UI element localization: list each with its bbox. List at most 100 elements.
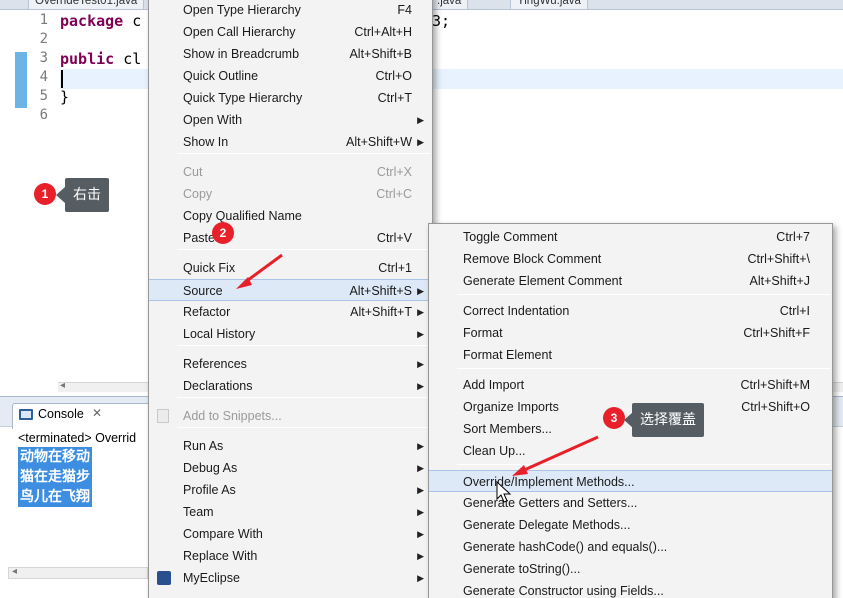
menu-item-shortcut: Alt+Shift+J	[749, 274, 810, 288]
myeclipse-icon	[157, 571, 171, 585]
console-horizontal-scrollbar[interactable]: ◂	[8, 566, 148, 579]
console-output-line[interactable]: 鸟儿在飞翔	[18, 487, 92, 507]
source-item-format[interactable]: Format Ctrl+Shift+F	[429, 322, 832, 344]
menu-item-myeclipse[interactable]: MyEclipse ▶	[149, 567, 432, 589]
menu-item-label: Cut	[183, 165, 203, 179]
menu-item-label: Add Import	[463, 378, 525, 392]
menu-item-shortcut: Ctrl+V	[376, 231, 412, 245]
menu-item-references[interactable]: References ▶	[149, 353, 432, 375]
menu-item-open-with[interactable]: Open With ▶	[149, 109, 432, 131]
source-item-add-import[interactable]: Add Import Ctrl+Shift+M	[429, 374, 832, 396]
console-tab[interactable]: Console ✕	[12, 403, 152, 429]
menu-item-profile-as[interactable]: Profile As ▶	[149, 479, 432, 501]
editor-tab[interactable]: .java	[430, 0, 469, 9]
menu-item-label: Format Element	[463, 348, 552, 362]
menu-item-label: Open Type Hierarchy	[183, 3, 301, 17]
menu-item-label: Generate Delegate Methods...	[463, 518, 631, 532]
menu-item-declarations[interactable]: Declarations ▶	[149, 375, 432, 397]
menu-item-label: Override/Implement Methods...	[463, 475, 635, 489]
menu-item-label: Copy Qualified Name	[183, 209, 302, 223]
menu-item-label: Organize Imports	[463, 400, 559, 414]
submenu-arrow-icon: ▶	[417, 329, 424, 339]
submenu-arrow-icon: ▶	[417, 115, 424, 125]
submenu-arrow-icon: ▶	[417, 441, 424, 451]
source-item-correct-indentation[interactable]: Correct Indentation Ctrl+I	[429, 300, 832, 322]
menu-item-paste[interactable]: Paste Ctrl+V	[149, 227, 432, 249]
submenu-arrow-icon: ▶	[417, 137, 424, 147]
menu-item-show-in[interactable]: Show In Alt+Shift+W ▶	[149, 131, 432, 153]
menu-item-source[interactable]: Source Alt+Shift+S ▶	[149, 279, 432, 301]
source-item-toggle-comment[interactable]: Toggle Comment Ctrl+7	[429, 226, 832, 248]
menu-item-shortcut: Ctrl+Alt+H	[354, 25, 412, 39]
menu-item-run-as[interactable]: Run As ▶	[149, 435, 432, 457]
menu-item-compare-with[interactable]: Compare With ▶	[149, 523, 432, 545]
menu-item-label: Quick Type Hierarchy	[183, 91, 303, 105]
menu-item-cut: Cut Ctrl+X	[149, 161, 432, 183]
menu-item-shortcut: Ctrl+X	[376, 165, 412, 179]
source-item-generate-element-comment[interactable]: Generate Element Comment Alt+Shift+J	[429, 270, 832, 292]
source-item-override-implement-methods[interactable]: Override/Implement Methods...	[429, 470, 832, 492]
menu-item-local-history[interactable]: Local History ▶	[149, 323, 432, 345]
menu-item-label: Clean Up...	[463, 444, 526, 458]
step-3-callout: 选择覆盖	[632, 403, 704, 437]
scroll-left-icon[interactable]: ◂	[60, 380, 65, 391]
menu-item-label: Quick Fix	[183, 261, 236, 275]
source-item-format-element[interactable]: Format Element	[429, 344, 832, 366]
menu-item-quick-type-hierarchy[interactable]: Quick Type Hierarchy Ctrl+T	[149, 87, 432, 109]
menu-item-label: Run As	[183, 439, 224, 453]
console-output-line[interactable]: 猫在走猫步	[18, 467, 92, 487]
menu-item-label: Sort Members...	[463, 422, 552, 436]
menu-item-shortcut: Ctrl+Shift+\	[747, 252, 810, 266]
menu-item-replace-with[interactable]: Replace With ▶	[149, 545, 432, 567]
source-item-generate-tostring[interactable]: Generate toString()...	[429, 558, 832, 580]
change-marker	[15, 52, 27, 108]
line-number: 3	[39, 50, 48, 66]
source-item-generate-constructor-using-fields[interactable]: Generate Constructor using Fields...	[429, 580, 832, 598]
editor-tab[interactable]: YingWu.java	[510, 0, 588, 9]
submenu-arrow-icon: ▶	[417, 286, 424, 296]
code-line: public cl	[60, 50, 142, 68]
menu-item-shortcut: Ctrl+I	[779, 304, 810, 318]
menu-item-quick-fix[interactable]: Quick Fix Ctrl+1	[149, 257, 432, 279]
close-icon[interactable]: ✕	[92, 406, 102, 420]
menu-item-team[interactable]: Team ▶	[149, 501, 432, 523]
menu-item-label: Copy	[183, 187, 213, 201]
menu-item-quick-outline[interactable]: Quick Outline Ctrl+O	[149, 65, 432, 87]
menu-item-shortcut: Ctrl+Shift+F	[743, 326, 810, 340]
menu-item-show-in-breadcrumb[interactable]: Show in Breadcrumb Alt+Shift+B	[149, 43, 432, 65]
menu-separator	[457, 368, 830, 369]
menu-item-debug-as[interactable]: Debug As ▶	[149, 457, 432, 479]
menu-item-shortcut: Ctrl+T	[377, 91, 412, 105]
menu-item-label: Paste	[183, 231, 215, 245]
code-line: package c	[60, 12, 142, 30]
menu-separator	[457, 294, 830, 295]
source-item-clean-up[interactable]: Clean Up...	[429, 440, 832, 462]
console-tab-label: Console	[38, 407, 84, 421]
source-item-remove-block-comment[interactable]: Remove Block Comment Ctrl+Shift+\	[429, 248, 832, 270]
source-item-generate-delegate-methods[interactable]: Generate Delegate Methods...	[429, 514, 832, 536]
submenu-arrow-icon: ▶	[417, 463, 424, 473]
menu-item-label: Source	[183, 284, 223, 298]
menu-item-add-to-snippets: Add to Snippets...	[149, 405, 432, 427]
menu-item-refactor[interactable]: Refactor Alt+Shift+T ▶	[149, 301, 432, 323]
source-item-generate-hashcode-and-equals[interactable]: Generate hashCode() and equals()...	[429, 536, 832, 558]
editor-tab[interactable]: OverrideTest01.java	[28, 0, 145, 9]
console-output-line[interactable]: 动物在移动	[18, 447, 92, 467]
menu-separator	[177, 397, 430, 398]
scroll-left-icon[interactable]: ◂	[12, 566, 17, 577]
menu-item-copy-qualified-name[interactable]: Copy Qualified Name	[149, 205, 432, 227]
source-item-generate-getters-and-setters[interactable]: Generate Getters and Setters...	[429, 492, 832, 514]
menu-item-shortcut: Alt+Shift+B	[349, 47, 412, 61]
menu-item-label: Quick Outline	[183, 69, 259, 83]
menu-item-label: Show in Breadcrumb	[183, 47, 300, 61]
menu-item-open-type-hierarchy[interactable]: Open Type Hierarchy F4	[149, 0, 432, 21]
menu-item-label: Replace With	[183, 549, 258, 563]
menu-item-open-call-hierarchy[interactable]: Open Call Hierarchy Ctrl+Alt+H	[149, 21, 432, 43]
menu-item-shortcut: Alt+Shift+S	[349, 284, 412, 298]
menu-item-label: Generate Element Comment	[463, 274, 623, 288]
menu-item-label: References	[183, 357, 247, 371]
submenu-arrow-icon: ▶	[417, 359, 424, 369]
step-1-callout: 右击	[65, 178, 109, 212]
menu-item-shortcut: Ctrl+Shift+M	[740, 378, 810, 392]
menu-item-label: Local History	[183, 327, 256, 341]
